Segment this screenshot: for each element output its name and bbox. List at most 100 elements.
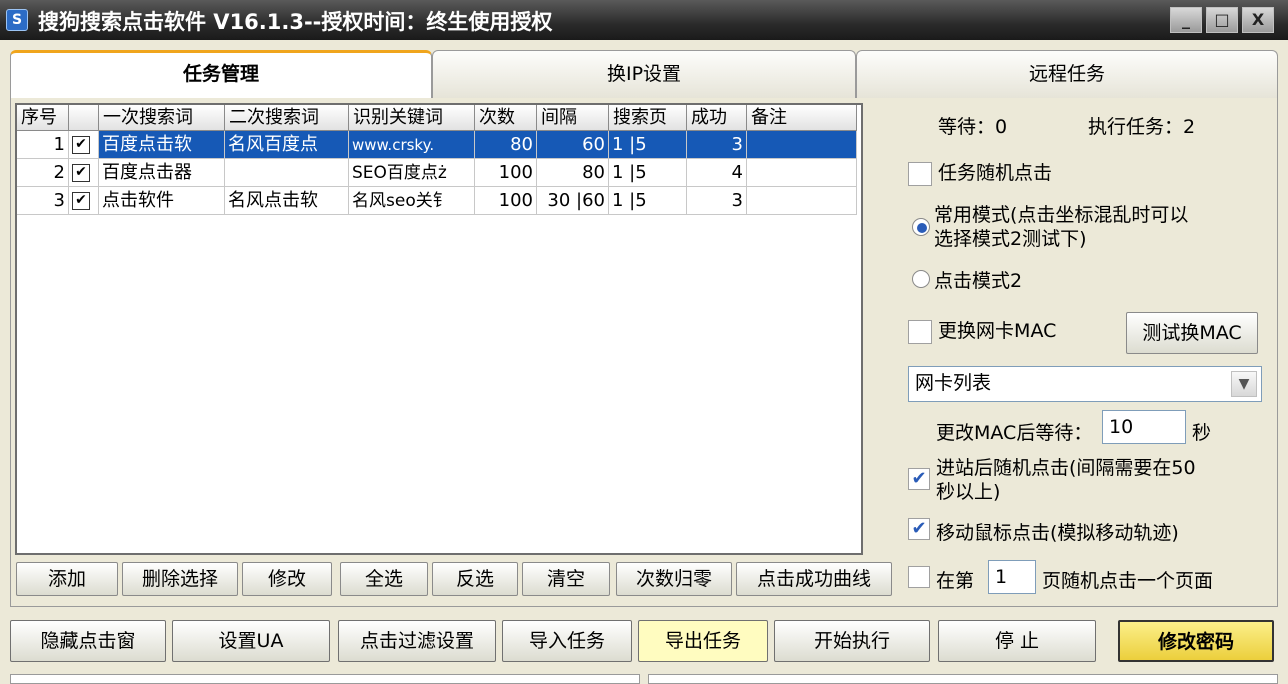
task-random-click-checkbox[interactable] xyxy=(908,161,932,186)
mode-2-label: 点击模式2 xyxy=(934,270,1023,292)
cell-no: 2 xyxy=(17,159,69,187)
cell-interval: 30 |60 xyxy=(537,187,609,215)
change-password-button[interactable]: 修改密码 xyxy=(1118,620,1274,662)
cell-success: 4 xyxy=(687,159,747,187)
cell-page: 1 |5 xyxy=(609,131,687,159)
cell-kw1: 点击软件 xyxy=(99,187,225,215)
click-filter-settings-button[interactable]: 点击过滤设置 xyxy=(338,620,496,662)
tab-ip-settings[interactable]: 换IP设置 xyxy=(432,50,856,98)
tab-task-management[interactable]: 任务管理 xyxy=(10,50,432,98)
change-mac-label: 更换网卡MAC xyxy=(938,320,1057,342)
header-kw1[interactable]: 一次搜索词 xyxy=(99,105,225,131)
select-all-button[interactable]: 全选 xyxy=(340,562,428,596)
cell-match: 名风seo关钅 xyxy=(349,187,475,215)
cell-check[interactable]: ✔ xyxy=(69,159,99,187)
mac-wait-label: 更改MAC后等待： xyxy=(936,422,1093,444)
page-number-input[interactable]: 1 xyxy=(988,560,1036,594)
add-button[interactable]: 添加 xyxy=(16,562,118,596)
reset-count-button[interactable]: 次数归零 xyxy=(616,562,732,596)
nic-list-select[interactable]: 网卡列表 ▼ xyxy=(908,366,1262,402)
title-bar: S 搜狗搜索点击软件 V16.1.3--授权时间：终生使用授权 _ □ X xyxy=(0,0,1288,40)
stop-button[interactable]: 停 止 xyxy=(938,620,1096,662)
cell-check[interactable]: ✔ xyxy=(69,131,99,159)
cell-kw2: 名风点击软 xyxy=(225,187,349,215)
header-count[interactable]: 次数 xyxy=(475,105,537,131)
mode-normal-label-line1: 常用模式(点击坐标混乱时可以 xyxy=(934,204,1189,226)
task-random-click-label: 任务随机点击 xyxy=(938,162,1053,184)
cell-count: 80 xyxy=(475,131,537,159)
running-tasks-count: 执行任务：2 xyxy=(1088,116,1196,138)
mouse-move-click-checkbox[interactable]: ✔ xyxy=(908,518,930,540)
header-check[interactable] xyxy=(69,105,99,131)
cell-match: SEO百度点ż xyxy=(349,159,475,187)
header-no[interactable]: 序号 xyxy=(17,105,69,131)
cell-count: 100 xyxy=(475,187,537,215)
app-icon: S xyxy=(6,9,28,31)
cell-kw1: 百度点击器 xyxy=(99,159,225,187)
start-button[interactable]: 开始执行 xyxy=(774,620,930,662)
test-mac-button[interactable]: 测试换MAC xyxy=(1126,312,1258,354)
cell-interval: 80 xyxy=(537,159,609,187)
import-tasks-button[interactable]: 导入任务 xyxy=(502,620,632,662)
task-grid[interactable]: 序号 一次搜索词 二次搜索词 识别关键词 次数 间隔 搜索页 成功 备注 1 ✔… xyxy=(15,103,863,555)
window-title: 搜狗搜索点击软件 V16.1.3--授权时间：终生使用授权 xyxy=(38,10,553,34)
header-match[interactable]: 识别关键词 xyxy=(349,105,475,131)
table-row[interactable]: 1 ✔ 百度点击软 名风百度点 www.crsky. 80 60 1 |5 3 xyxy=(17,131,857,159)
hide-click-window-button[interactable]: 隐藏点击窗 xyxy=(10,620,166,662)
cell-match: www.crsky. xyxy=(349,131,475,159)
header-note[interactable]: 备注 xyxy=(747,105,857,131)
table-row[interactable]: 3 ✔ 点击软件 名风点击软 名风seo关钅 100 30 |60 1 |5 3 xyxy=(17,187,857,215)
mode-2-radio[interactable] xyxy=(912,270,930,288)
maximize-button[interactable]: □ xyxy=(1206,7,1238,33)
cell-note xyxy=(747,187,857,215)
row-checkbox[interactable]: ✔ xyxy=(72,164,90,182)
set-ua-button[interactable]: 设置UA xyxy=(172,620,330,662)
cell-check[interactable]: ✔ xyxy=(69,187,99,215)
mode-normal-radio[interactable] xyxy=(912,218,930,236)
edit-button[interactable]: 修改 xyxy=(242,562,332,596)
export-tasks-button[interactable]: 导出任务 xyxy=(638,620,768,662)
tab-remote-tasks[interactable]: 远程任务 xyxy=(856,50,1278,98)
wait-count: 等待：0 xyxy=(938,116,1008,138)
mouse-move-click-label: 移动鼠标点击(模拟移动轨迹) xyxy=(936,522,1179,544)
cell-no: 3 xyxy=(17,187,69,215)
invert-selection-button[interactable]: 反选 xyxy=(432,562,518,596)
cell-interval: 60 xyxy=(537,131,609,159)
cell-kw2 xyxy=(225,159,349,187)
enter-random-click-line2: 秒以上) xyxy=(936,481,1001,503)
delete-selected-button[interactable]: 删除选择 xyxy=(122,562,238,596)
change-mac-option[interactable]: 更换网卡MAC xyxy=(908,316,1118,344)
enter-random-click-checkbox[interactable]: ✔ xyxy=(908,468,930,490)
nic-list-value: 网卡列表 xyxy=(915,372,992,394)
table-row[interactable]: 2 ✔ 百度点击器 SEO百度点ż 100 80 1 |5 4 xyxy=(17,159,857,187)
cell-kw2: 名风百度点 xyxy=(225,131,349,159)
enter-random-click-label: 进站后随机点击(间隔需要在50 秒以上) xyxy=(936,456,1196,504)
cell-count: 100 xyxy=(475,159,537,187)
header-page[interactable]: 搜索页 xyxy=(609,105,687,131)
mac-wait-unit: 秒 xyxy=(1192,422,1212,444)
close-button[interactable]: X xyxy=(1242,7,1274,33)
enter-random-click-line1: 进站后随机点击(间隔需要在50 xyxy=(936,457,1196,479)
cell-page: 1 |5 xyxy=(609,159,687,187)
header-interval[interactable]: 间隔 xyxy=(537,105,609,131)
page-random-click-checkbox[interactable] xyxy=(908,566,930,588)
row-checkbox[interactable]: ✔ xyxy=(72,136,90,154)
mac-wait-input[interactable]: 10 xyxy=(1102,410,1186,444)
task-random-click-option[interactable]: 任务随机点击 xyxy=(908,158,1268,186)
chevron-down-icon[interactable]: ▼ xyxy=(1231,371,1257,397)
cell-no: 1 xyxy=(17,131,69,159)
clear-button[interactable]: 清空 xyxy=(522,562,610,596)
page-prefix-label: 在第 xyxy=(936,570,975,592)
cell-kw1: 百度点击软 xyxy=(99,131,225,159)
minimize-button[interactable]: _ xyxy=(1170,7,1202,33)
status-bar-left xyxy=(10,674,640,684)
row-checkbox[interactable]: ✔ xyxy=(72,192,90,210)
cell-page: 1 |5 xyxy=(609,187,687,215)
change-mac-checkbox[interactable] xyxy=(908,319,932,344)
header-kw2[interactable]: 二次搜索词 xyxy=(225,105,349,131)
cell-success: 3 xyxy=(687,131,747,159)
success-curve-button[interactable]: 点击成功曲线 xyxy=(736,562,892,596)
header-success[interactable]: 成功 xyxy=(687,105,747,131)
status-bar-right xyxy=(648,674,1278,684)
page-suffix-label: 页随机点击一个页面 xyxy=(1042,570,1214,592)
